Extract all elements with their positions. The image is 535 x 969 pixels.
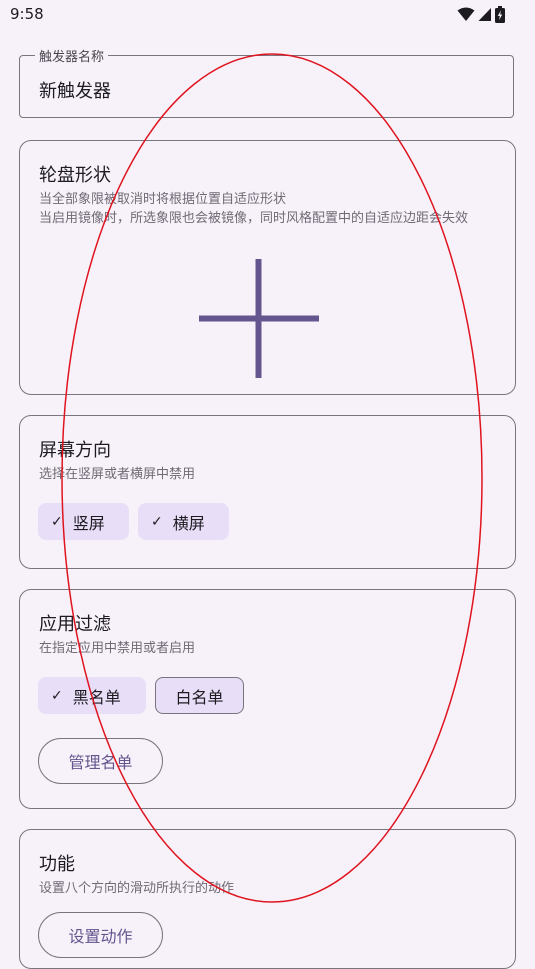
check-icon: ✓ [151,513,163,530]
wheel-shape-card: 轮盘形状 当全部象限被取消时将根据位置自适应形状 当启用镜像时，所选象限也会被镜… [19,140,516,395]
chip-whitelist[interactable]: 白名单 [155,677,244,714]
manage-list-button-label: 管理名单 [68,753,133,772]
chip-blacklist-label: 黑名单 [72,687,121,707]
chip-landscape[interactable]: ✓ 横屏 [138,503,229,540]
screen-orientation-title: 屏幕方向 [39,440,111,461]
screen-orientation-description: 选择在竖屏或者横屏中禁用 [39,467,196,482]
chip-portrait[interactable]: ✓ 竖屏 [38,503,129,540]
chip-portrait-label: 竖屏 [72,513,105,533]
chip-whitelist-label: 白名单 [175,687,224,707]
check-icon: ✓ [51,687,63,704]
status-bar: 9:58 [0,0,535,30]
wheel-shape-description-line-2: 当启用镜像时，所选象限也会被镜像，同时风格配置中的自适应边距会失效 [39,211,469,226]
set-action-button-label: 设置动作 [68,927,133,946]
check-icon: ✓ [51,513,63,530]
trigger-name-field[interactable]: 触发器名称 新触发器 [19,46,514,118]
manage-list-button[interactable]: 管理名单 [38,738,163,784]
app-filter-card: 应用过滤 在指定应用中禁用或者启用 ✓ 黑名单 白名单 管理名单 [19,589,516,809]
status-time: 9:58 [10,5,44,23]
function-title: 功能 [39,854,75,875]
wheel-shape-description-line-1: 当全部象限被取消时将根据位置自适应形状 [39,192,287,207]
set-action-button[interactable]: 设置动作 [38,912,163,958]
status-icons [457,6,505,23]
cellular-signal-icon [478,8,491,21]
function-description: 设置八个方向的滑动所执行的动作 [39,881,235,896]
function-card: 功能 设置八个方向的滑动所执行的动作 设置动作 [19,829,516,969]
trigger-name-value[interactable]: 新触发器 [39,77,111,103]
app-filter-title: 应用过滤 [39,614,111,635]
chip-landscape-label: 横屏 [172,513,205,533]
screen-orientation-card: 屏幕方向 选择在竖屏或者横屏中禁用 ✓ 竖屏 ✓ 横屏 [19,415,516,569]
trigger-name-label: 触发器名称 [35,46,109,65]
app-filter-description: 在指定应用中禁用或者启用 [39,641,196,656]
battery-charging-icon [495,6,505,23]
wheel-shape-description: 当全部象限被取消时将根据位置自适应形状 当启用镜像时，所选象限也会被镜像，同时风… [39,190,499,228]
wheel-shape-title: 轮盘形状 [39,165,111,186]
wifi-icon [457,7,475,21]
cross-shape-icon[interactable] [198,258,320,380]
chip-blacklist[interactable]: ✓ 黑名单 [38,677,146,714]
